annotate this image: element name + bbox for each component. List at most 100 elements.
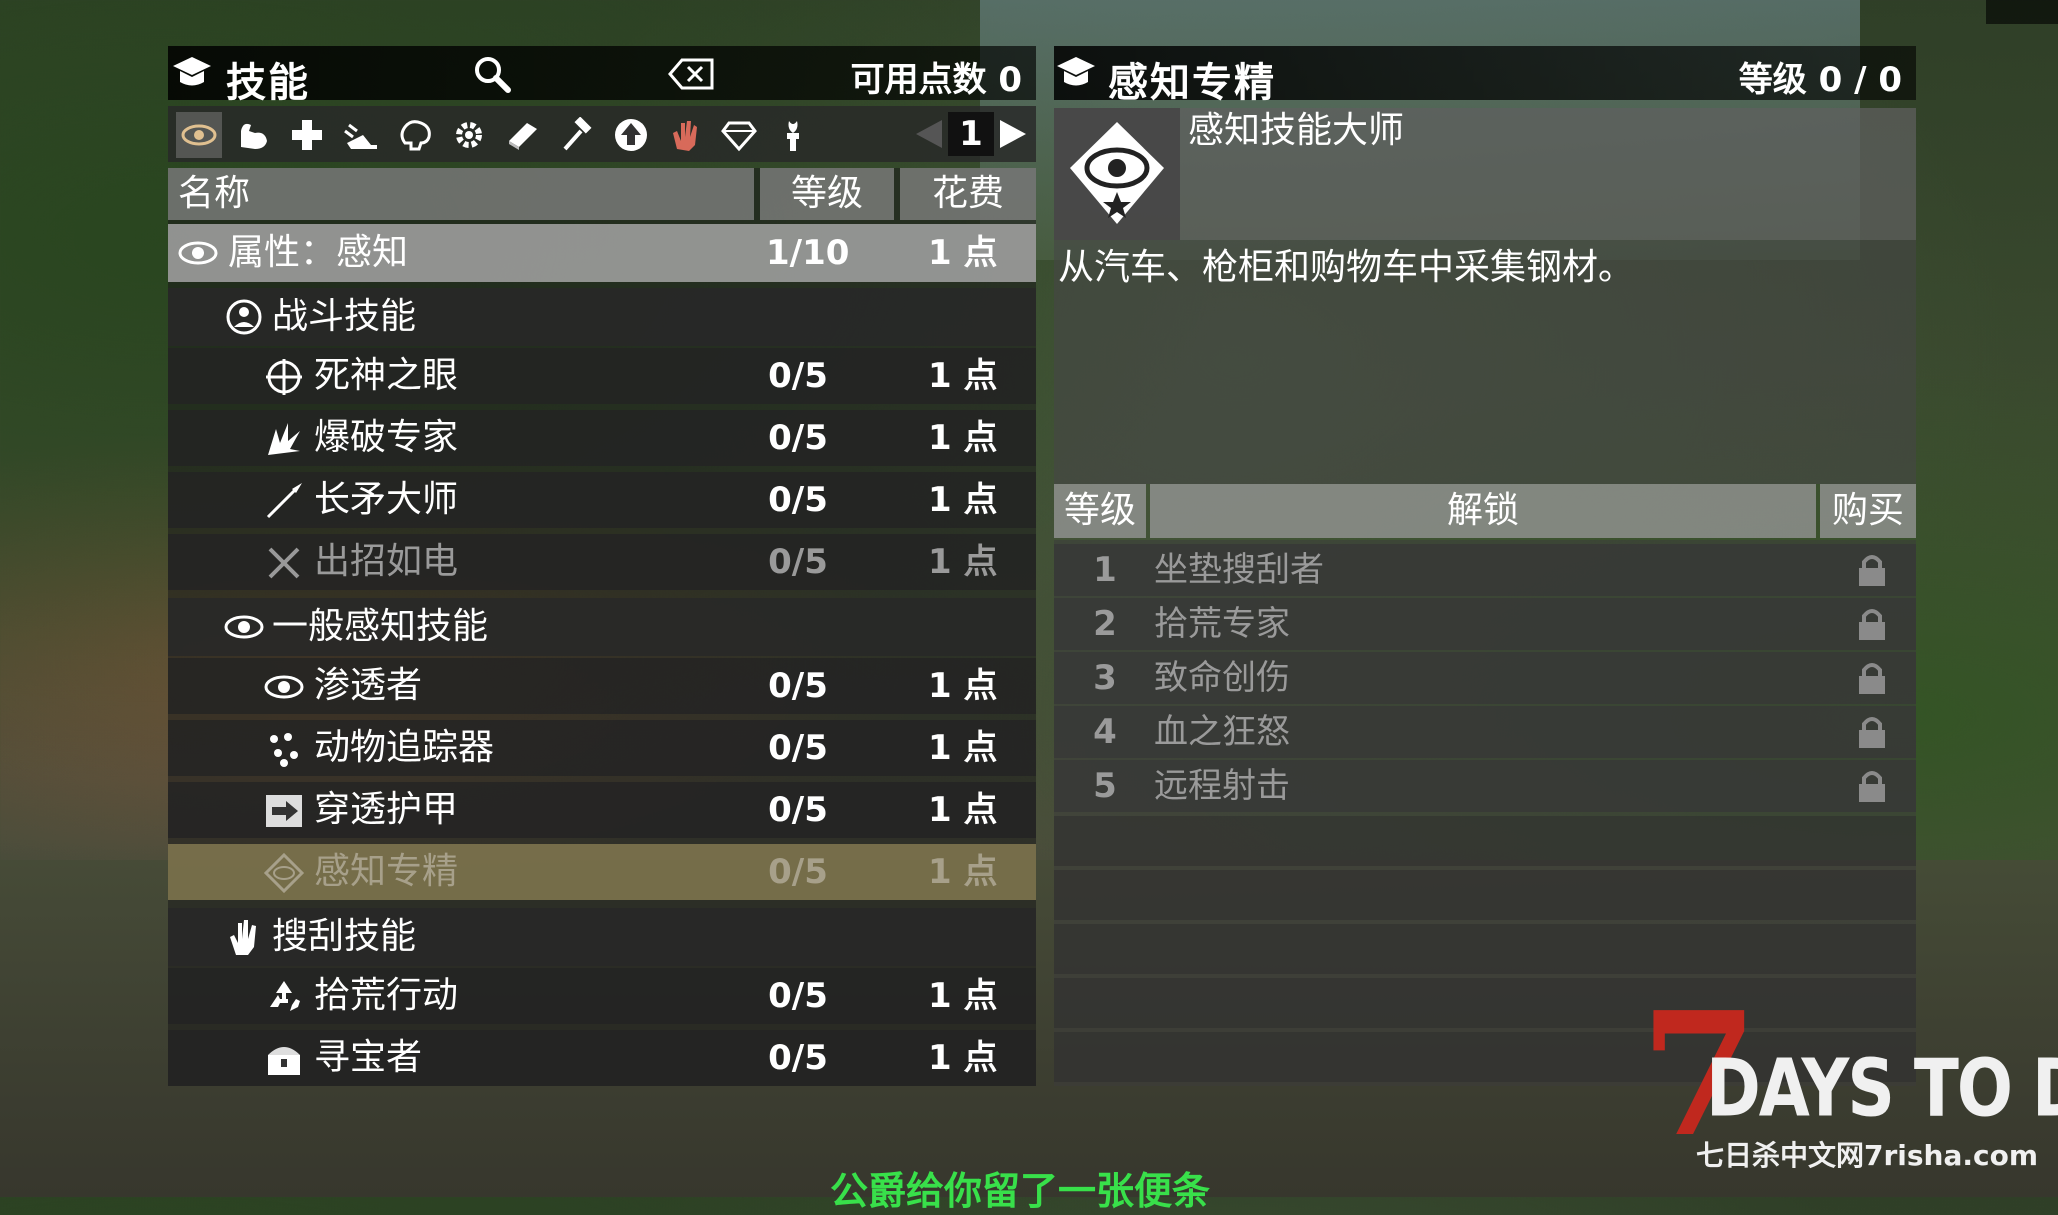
logo-title: DAYS TO DIE xyxy=(1706,1042,2058,1135)
skill-name: 渗透者 xyxy=(314,665,423,706)
skill-cost: 1 点 xyxy=(928,356,998,396)
perk-level-row[interactable]: 1 坐垫搜刮者 xyxy=(1054,544,1916,596)
skill-name: 死神之眼 xyxy=(314,355,459,396)
skill-row[interactable]: 出招如电 0/5 1 点 xyxy=(168,534,1036,590)
search-icon[interactable] xyxy=(472,54,512,94)
brain-icon xyxy=(400,120,431,151)
group-looting[interactable]: 搜刮技能 xyxy=(168,908,1036,966)
skill-level: 0/5 xyxy=(768,728,828,768)
skills-title: 技能 xyxy=(226,60,310,106)
skill-row[interactable]: 死神之眼 0/5 1 点 xyxy=(168,348,1036,404)
level-unlock: 致命创伤 xyxy=(1154,658,1290,698)
buy-column-header: 购买 xyxy=(1820,484,1916,538)
armor-pierce-icon xyxy=(266,795,302,827)
skill-cost: 1 点 xyxy=(928,790,998,830)
hand-icon xyxy=(673,121,697,151)
plus-icon xyxy=(292,120,322,150)
level-number: 5 xyxy=(1093,766,1117,806)
empty-row xyxy=(1054,924,1916,974)
tab-strength[interactable] xyxy=(230,112,276,158)
prev-page-icon[interactable] xyxy=(914,118,944,150)
skill-row[interactable]: 动物追踪器 0/5 1 点 xyxy=(168,720,1036,776)
tab-farming[interactable] xyxy=(608,112,654,158)
skill-name: 动物追踪器 xyxy=(314,727,495,768)
tab-perception[interactable] xyxy=(176,112,222,158)
skill-name: 长矛大师 xyxy=(314,479,459,520)
skill-row[interactable]: 爆破专家 0/5 1 点 xyxy=(168,410,1036,466)
paw-prints-icon xyxy=(270,733,298,767)
skills-header: 技能 可用点数 0 xyxy=(168,46,1036,106)
skill-row[interactable]: 长矛大师 0/5 1 点 xyxy=(168,472,1036,528)
perk-level-row[interactable]: 5 远程射击 xyxy=(1054,760,1916,812)
group-general-perception[interactable]: 一般感知技能 xyxy=(168,598,1036,656)
perk-header: 感知专精 等级 0 / 0 xyxy=(1054,46,1916,106)
column-header-cost: 花费 xyxy=(900,168,1036,220)
clear-search-icon[interactable] xyxy=(668,58,714,90)
skill-row-selected[interactable]: 感知专精 0/5 1 点 xyxy=(168,844,1036,900)
eye-icon xyxy=(264,675,304,699)
level-unlock: 远程射击 xyxy=(1154,766,1290,806)
level-unlock: 拾荒专家 xyxy=(1154,604,1290,644)
skill-list: 名称 等级 花费 属性：感知 1/10 1 点 战斗技能 死神之眼 0/5 1 … xyxy=(168,168,1036,1086)
graduation-cap-icon xyxy=(1057,57,1095,86)
game-logo: 7 DAYS TO DIE 七日杀中文网7risha.com xyxy=(1640,990,2058,1172)
page-selector: 1 xyxy=(910,112,1030,156)
skill-cost: 1 点 xyxy=(928,666,998,706)
page-number: 1 xyxy=(948,112,994,156)
skill-level: 0/5 xyxy=(768,666,828,706)
skill-row[interactable]: 穿透护甲 0/5 1 点 xyxy=(168,782,1036,838)
skill-level: 0/5 xyxy=(768,418,828,458)
tab-combat[interactable] xyxy=(662,112,708,158)
lock-icon[interactable] xyxy=(1854,552,1890,588)
tab-books[interactable] xyxy=(500,112,546,158)
recycle-icon xyxy=(270,981,300,1011)
tab-lighting[interactable] xyxy=(770,112,816,158)
skill-row[interactable]: 渗透者 0/5 1 点 xyxy=(168,658,1036,714)
subtitle-text: 公爵给你留了一张便条 xyxy=(830,1169,1211,1213)
available-points-label: 可用点数 xyxy=(850,60,987,100)
attribute-tab-bar: 1 xyxy=(168,106,1036,162)
skill-row[interactable]: 拾荒行动 0/5 1 点 xyxy=(168,968,1036,1024)
perk-level-row[interactable]: 3 致命创伤 xyxy=(1054,652,1916,704)
next-page-icon[interactable] xyxy=(998,118,1028,150)
corner-box xyxy=(1986,0,2058,24)
hand-icon xyxy=(230,920,256,955)
lock-icon[interactable] xyxy=(1854,660,1890,696)
column-header-name: 名称 xyxy=(168,168,754,220)
skill-row[interactable]: 寻宝者 0/5 1 点 xyxy=(168,1030,1036,1086)
attribute-name: 属性：感知 xyxy=(228,232,409,273)
perk-level-row[interactable]: 4 血之狂怒 xyxy=(1054,706,1916,758)
perk-badge xyxy=(1054,108,1180,240)
perk-description-box: 从汽车、枪柜和购物车中采集钢材。 xyxy=(1054,240,1916,484)
attribute-row[interactable]: 属性：感知 1/10 1 点 xyxy=(168,224,1036,282)
tab-agility[interactable] xyxy=(338,112,384,158)
skill-name: 寻宝者 xyxy=(314,1037,423,1078)
treasure-chest-icon xyxy=(268,1047,300,1075)
perk-name: 感知技能大师 xyxy=(1188,110,1405,151)
available-points: 可用点数 0 xyxy=(850,52,1022,101)
skill-name: 爆破专家 xyxy=(314,417,459,458)
target-person-icon xyxy=(226,299,262,335)
spear-icon xyxy=(266,483,302,519)
graduation-cap-icon xyxy=(173,57,211,86)
lock-icon[interactable] xyxy=(1854,714,1890,750)
skill-level: 0/5 xyxy=(768,976,828,1016)
skill-cost: 1 点 xyxy=(928,480,998,520)
perk-level-row[interactable]: 2 拾荒专家 xyxy=(1054,598,1916,650)
perk-level: 等级 0 / 0 xyxy=(1739,52,1902,101)
tab-crafting[interactable] xyxy=(554,112,600,158)
lock-icon[interactable] xyxy=(1854,768,1890,804)
explosion-icon xyxy=(268,423,300,455)
attribute-cost: 1 点 xyxy=(928,233,998,273)
perk-levels-table: 1 坐垫搜刮者 2 拾荒专家 3 致命创伤 4 血之狂怒 5 远程射击 xyxy=(1054,540,1916,1086)
tab-mining[interactable] xyxy=(716,112,762,158)
level-number: 2 xyxy=(1093,604,1117,644)
skill-level: 0/5 xyxy=(768,542,828,582)
tab-general[interactable] xyxy=(446,112,492,158)
lock-icon[interactable] xyxy=(1854,606,1890,642)
perk-info: 感知技能大师 xyxy=(1054,108,1916,240)
group-combat[interactable]: 战斗技能 xyxy=(168,288,1036,346)
skill-cost: 1 点 xyxy=(928,976,998,1016)
tab-fortitude[interactable] xyxy=(284,112,330,158)
tab-intellect[interactable] xyxy=(392,112,438,158)
